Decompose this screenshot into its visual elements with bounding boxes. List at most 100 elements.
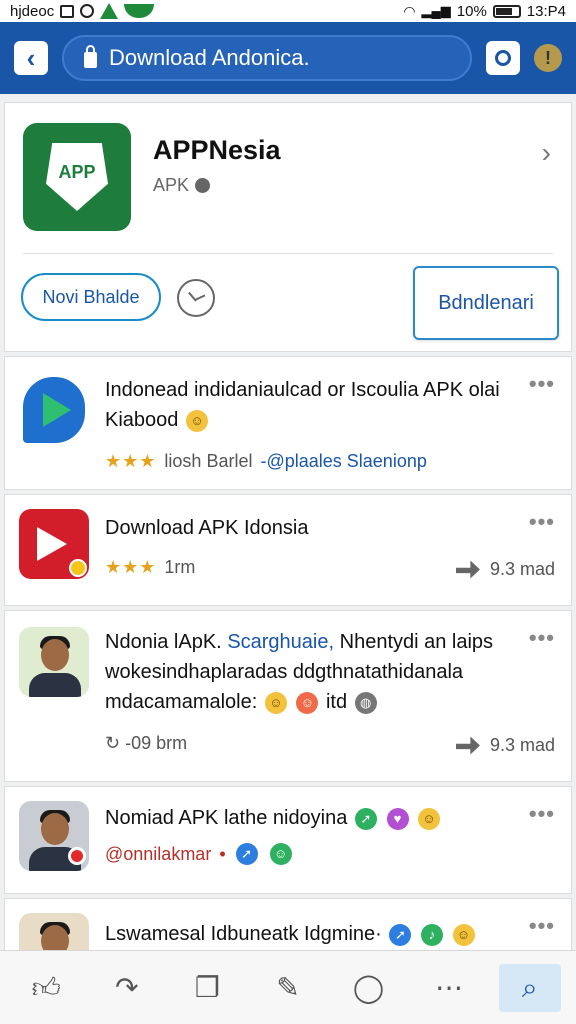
address-bar[interactable]: Download Andonica.: [62, 35, 472, 81]
more-options-icon[interactable]: •••: [529, 371, 555, 397]
search-button[interactable]: ⌕: [498, 963, 561, 1012]
more-options-icon[interactable]: •••: [529, 913, 555, 939]
item-title-link[interactable]: Scarghuaie,: [227, 631, 334, 653]
copy-button[interactable]: ❐: [176, 964, 238, 1012]
shield-icon: APP: [46, 143, 108, 211]
share-count-text: 9.3 mad: [489, 735, 555, 755]
list-item[interactable]: Indonead indidaniaulcad or Iscoulia APK …: [4, 356, 572, 490]
meta-link[interactable]: -@plaales Slaenionp: [260, 451, 426, 472]
video-app-icon: [19, 509, 89, 579]
url-text: Download Andonica.: [109, 45, 310, 70]
avatar: [19, 627, 89, 697]
status-text: hjdeoc: [10, 2, 55, 20]
globe-icon: [195, 178, 211, 193]
meta-text: 1rm: [164, 557, 196, 577]
divider: [23, 253, 553, 254]
status-bar: hjdeoc ◠ ▂▄▆ 10% 13:P4: [0, 0, 576, 22]
app-notification-icon: [100, 3, 119, 19]
item-meta: @onnilakmar • ➚ ☺: [105, 843, 294, 865]
download-button[interactable]: Bdndlenari: [413, 266, 559, 340]
edit-icon: ✎: [276, 971, 300, 1004]
more-icon: ⋯: [435, 971, 464, 1004]
share-count[interactable]: 9.3 mad: [455, 559, 555, 580]
smile-icon: ☺: [269, 843, 292, 865]
item-meta: ★★★ 1rm: [105, 557, 195, 578]
wifi-icon: ◠: [403, 2, 416, 19]
globe-icon: ◍: [354, 691, 377, 714]
surprised-emoji-icon: ☺: [296, 691, 319, 714]
item-title: Download APK Idonsia: [105, 517, 309, 539]
star-rating-icon: ★★★: [105, 557, 157, 577]
separator: •: [219, 843, 226, 864]
lock-icon: [84, 45, 97, 68]
chevron-right-icon[interactable]: ›: [542, 137, 551, 169]
share-arrow-icon: ➚: [354, 807, 377, 830]
item-title-text: Lswamesal Idbuneatk Idgmine·: [105, 923, 382, 945]
app-name: APPNesia: [153, 135, 281, 165]
item-title-lead: Ndonia lApK.: [105, 631, 222, 653]
list-item[interactable]: Download APK Idonsia ••• ★★★ 1rm 9.3 mad: [4, 494, 572, 606]
primary-action-button[interactable]: Novi Bhalde: [21, 273, 161, 321]
list-item[interactable]: Ndonia lApK. Scarghuaie, Nhentydi an lai…: [4, 610, 572, 782]
camera-button[interactable]: [486, 41, 520, 75]
item-title: Ndonia lApK. Scarghuaie, Nhentydi an lai…: [105, 627, 525, 717]
clock-icon[interactable]: [177, 279, 215, 317]
copy-icon: ❐: [194, 971, 220, 1004]
item-title: Nomiad APK lathe nidoyina ➚ ♥ ☺: [105, 803, 525, 833]
back-button[interactable]: ‹: [14, 41, 48, 75]
meta-text: liosh Barlel: [164, 451, 253, 471]
comment-button[interactable]: ◯: [338, 964, 400, 1012]
app-card: APP APPNesia APK › Novi Bhalde Bdndlenar…: [4, 102, 572, 352]
share-button[interactable]: ↷: [96, 964, 158, 1012]
app-type-label: APK: [153, 175, 190, 195]
wink-emoji-icon: ☺: [418, 807, 441, 830]
avatar: [19, 913, 89, 953]
info-icon: !: [545, 47, 551, 68]
search-icon: ⌕: [521, 970, 538, 1004]
share-arrow-icon: ➚: [235, 843, 258, 865]
item-meta: ★★★ liosh Barlel -@plaales Slaenionp: [105, 451, 427, 472]
item-title: Indonead indidaniaulcad or Iscoulia APK …: [105, 375, 525, 435]
more-button[interactable]: ⋯: [418, 964, 480, 1012]
thumbs-up-icon: 👍︎: [31, 970, 61, 1004]
whatsapp-icon: [80, 4, 95, 18]
app-logo-text: APP: [58, 161, 96, 182]
item-meta: ↻ -09 brm: [105, 733, 187, 754]
share-icon: [455, 560, 480, 579]
share-icon: [455, 736, 480, 755]
share-count-text: 9.3 mad: [489, 559, 555, 579]
bottom-navigation: 👍︎ ↷ ❐ ✎ ◯ ⋯ ⌕: [0, 950, 576, 1024]
app-logo[interactable]: APP: [23, 123, 131, 231]
heart-icon: ♥: [386, 807, 409, 830]
like-button[interactable]: 👍︎: [15, 964, 77, 1012]
battery-percent: 10%: [456, 2, 487, 20]
chevron-left-icon: ‹: [26, 42, 36, 73]
comment-icon: ◯: [352, 971, 385, 1004]
item-title: Lswamesal Idbuneatk Idgmine· ➚ ♪ ☺: [105, 919, 525, 949]
app-subtitle: APK: [153, 175, 211, 196]
avatar: [19, 801, 89, 871]
item-title-text: Indonead indidaniaulcad or Iscoulia APK …: [105, 379, 500, 431]
item-title-text: Nomiad APK lathe nidoyina: [105, 807, 348, 829]
more-options-icon[interactable]: •••: [529, 625, 555, 651]
star-rating-icon: ★★★: [105, 451, 157, 471]
more-options-icon[interactable]: •••: [529, 801, 555, 827]
play-store-icon: [19, 375, 89, 445]
info-button[interactable]: !: [534, 44, 562, 72]
emoji-icon: ☺: [264, 691, 287, 714]
edit-button[interactable]: ✎: [257, 964, 319, 1012]
status-time: 13:P4: [526, 2, 566, 20]
battery-icon: [492, 4, 521, 18]
meta-text: ↻ -09 brm: [105, 733, 188, 753]
leaf-icon: [124, 4, 155, 18]
user-handle[interactable]: @onnilakmar: [105, 844, 211, 865]
more-options-icon[interactable]: •••: [529, 509, 555, 535]
list-item[interactable]: Lswamesal Idbuneatk Idgmine· ➚ ♪ ☺ •••: [4, 898, 572, 954]
list-item[interactable]: Nomiad APK lathe nidoyina ➚ ♥ ☺ ••• @onn…: [4, 786, 572, 894]
share-icon: ↷: [115, 971, 139, 1004]
laughing-emoji-icon: ☺: [185, 409, 208, 432]
item-title-tail: itd: [325, 691, 348, 713]
camera-icon: [495, 50, 511, 66]
share-count[interactable]: 9.3 mad: [455, 735, 555, 756]
browser-toolbar: ‹ Download Andonica. !: [0, 22, 576, 94]
